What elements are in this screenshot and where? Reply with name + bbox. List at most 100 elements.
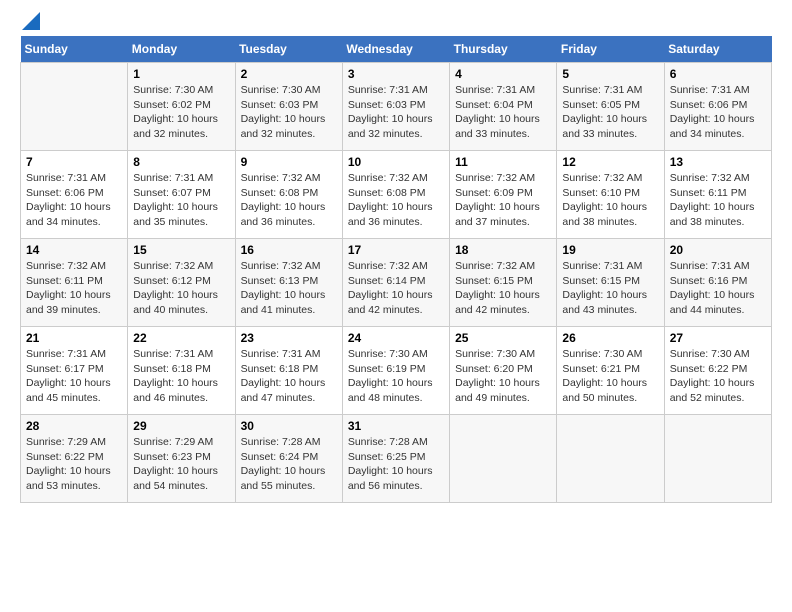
day-number: 17: [348, 243, 444, 257]
weekday-header-sunday: Sunday: [21, 36, 128, 63]
day-number: 3: [348, 67, 444, 81]
day-info: Sunrise: 7:29 AMSunset: 6:22 PMDaylight:…: [26, 435, 122, 494]
day-number: 14: [26, 243, 122, 257]
calendar-cell: 19Sunrise: 7:31 AMSunset: 6:15 PMDayligh…: [557, 239, 664, 327]
day-info: Sunrise: 7:31 AMSunset: 6:06 PMDaylight:…: [670, 83, 766, 142]
day-info: Sunrise: 7:31 AMSunset: 6:07 PMDaylight:…: [133, 171, 229, 230]
day-number: 6: [670, 67, 766, 81]
day-info: Sunrise: 7:31 AMSunset: 6:16 PMDaylight:…: [670, 259, 766, 318]
day-info: Sunrise: 7:30 AMSunset: 6:22 PMDaylight:…: [670, 347, 766, 406]
day-number: 29: [133, 419, 229, 433]
day-number: 9: [241, 155, 337, 169]
day-number: 24: [348, 331, 444, 345]
day-info: Sunrise: 7:31 AMSunset: 6:05 PMDaylight:…: [562, 83, 658, 142]
day-info: Sunrise: 7:32 AMSunset: 6:08 PMDaylight:…: [348, 171, 444, 230]
day-info: Sunrise: 7:31 AMSunset: 6:03 PMDaylight:…: [348, 83, 444, 142]
day-number: 5: [562, 67, 658, 81]
calendar-cell: 11 Sunrise: 7:32 AMSunset: 6:09 PMDayligh…: [450, 151, 557, 239]
day-info: Sunrise: 7:31 AMSunset: 6:17 PMDaylight:…: [26, 347, 122, 406]
calendar-cell: 30 Sunrise: 7:28 AMSunset: 6:24 PMDayligh…: [235, 415, 342, 503]
day-info: Sunrise: 7:29 AMSunset: 6:23 PMDaylight:…: [133, 435, 229, 494]
day-number: 10: [348, 155, 444, 169]
day-number: 1: [133, 67, 229, 81]
day-number: 28: [26, 419, 122, 433]
day-number: 25: [455, 331, 551, 345]
day-number: 15: [133, 243, 229, 257]
day-info: Sunrise: 7:32 AMSunset: 6:14 PMDaylight:…: [348, 259, 444, 318]
calendar-cell: 14 Sunrise: 7:32 AMSunset: 6:11 PMDayligh…: [21, 239, 128, 327]
calendar-cell: 12 Sunrise: 7:32 AMSunset: 6:10 PMDayligh…: [557, 151, 664, 239]
day-info: Sunrise: 7:28 AMSunset: 6:25 PMDaylight:…: [348, 435, 444, 494]
day-info: Sunrise: 7:31 AMSunset: 6:18 PMDaylight:…: [241, 347, 337, 406]
calendar-header: SundayMondayTuesdayWednesdayThursdayFrid…: [21, 36, 772, 63]
weekday-header-saturday: Saturday: [664, 36, 771, 63]
calendar-cell: 16Sunrise: 7:32 AMSunset: 6:13 PMDayligh…: [235, 239, 342, 327]
day-number: 8: [133, 155, 229, 169]
day-info: Sunrise: 7:32 AMSunset: 6:11 PMDaylight:…: [670, 171, 766, 230]
day-number: 13: [670, 155, 766, 169]
day-number: 18: [455, 243, 551, 257]
day-number: 27: [670, 331, 766, 345]
weekday-header-friday: Friday: [557, 36, 664, 63]
calendar-cell: 13 Sunrise: 7:32 AMSunset: 6:11 PMDayligh…: [664, 151, 771, 239]
day-number: 26: [562, 331, 658, 345]
calendar-cell: 2 Sunrise: 7:30 AMSunset: 6:03 PMDaylight…: [235, 63, 342, 151]
calendar-cell: 24 Sunrise: 7:30 AMSunset: 6:19 PMDayligh…: [342, 327, 449, 415]
calendar-table: SundayMondayTuesdayWednesdayThursdayFrid…: [20, 36, 772, 503]
day-info: Sunrise: 7:32 AMSunset: 6:11 PMDaylight:…: [26, 259, 122, 318]
day-info: Sunrise: 7:32 AMSunset: 6:08 PMDaylight:…: [241, 171, 337, 230]
day-info: Sunrise: 7:30 AMSunset: 6:03 PMDaylight:…: [241, 83, 337, 142]
calendar-cell: 31 Sunrise: 7:28 AMSunset: 6:25 PMDayligh…: [342, 415, 449, 503]
calendar-cell: 15 Sunrise: 7:32 AMSunset: 6:12 PMDayligh…: [128, 239, 235, 327]
page-header: [20, 20, 772, 26]
day-info: Sunrise: 7:32 AMSunset: 6:12 PMDaylight:…: [133, 259, 229, 318]
calendar-cell: 17 Sunrise: 7:32 AMSunset: 6:14 PMDayligh…: [342, 239, 449, 327]
calendar-cell: 8 Sunrise: 7:31 AMSunset: 6:07 PMDaylight…: [128, 151, 235, 239]
day-info: Sunrise: 7:32 AMSunset: 6:10 PMDaylight:…: [562, 171, 658, 230]
day-info: Sunrise: 7:31 AMSunset: 6:15 PMDaylight:…: [562, 259, 658, 318]
weekday-header-thursday: Thursday: [450, 36, 557, 63]
day-number: 20: [670, 243, 766, 257]
calendar-cell: 25 Sunrise: 7:30 AMSunset: 6:20 PMDayligh…: [450, 327, 557, 415]
logo-icon: [22, 12, 40, 30]
calendar-cell: [664, 415, 771, 503]
calendar-cell: 28 Sunrise: 7:29 AMSunset: 6:22 PMDayligh…: [21, 415, 128, 503]
calendar-cell: 6 Sunrise: 7:31 AMSunset: 6:06 PMDaylight…: [664, 63, 771, 151]
calendar-cell: 20 Sunrise: 7:31 AMSunset: 6:16 PMDayligh…: [664, 239, 771, 327]
day-info: Sunrise: 7:30 AMSunset: 6:20 PMDaylight:…: [455, 347, 551, 406]
day-info: Sunrise: 7:28 AMSunset: 6:24 PMDaylight:…: [241, 435, 337, 494]
day-info: Sunrise: 7:31 AMSunset: 6:06 PMDaylight:…: [26, 171, 122, 230]
day-info: Sunrise: 7:32 AMSunset: 6:13 PMDaylight:…: [241, 259, 337, 318]
day-info: Sunrise: 7:30 AMSunset: 6:19 PMDaylight:…: [348, 347, 444, 406]
logo: [20, 20, 40, 26]
calendar-cell: 3 Sunrise: 7:31 AMSunset: 6:03 PMDaylight…: [342, 63, 449, 151]
calendar-cell: 1 Sunrise: 7:30 AMSunset: 6:02 PMDaylight…: [128, 63, 235, 151]
calendar-cell: 7 Sunrise: 7:31 AMSunset: 6:06 PMDaylight…: [21, 151, 128, 239]
calendar-cell: 5 Sunrise: 7:31 AMSunset: 6:05 PMDaylight…: [557, 63, 664, 151]
day-info: Sunrise: 7:30 AMSunset: 6:02 PMDaylight:…: [133, 83, 229, 142]
day-number: 4: [455, 67, 551, 81]
day-info: Sunrise: 7:32 AMSunset: 6:15 PMDaylight:…: [455, 259, 551, 318]
day-number: 30: [241, 419, 337, 433]
day-number: 23: [241, 331, 337, 345]
day-info: Sunrise: 7:31 AMSunset: 6:18 PMDaylight:…: [133, 347, 229, 406]
weekday-header-monday: Monday: [128, 36, 235, 63]
day-number: 7: [26, 155, 122, 169]
calendar-cell: 4 Sunrise: 7:31 AMSunset: 6:04 PMDaylight…: [450, 63, 557, 151]
calendar-cell: 26 Sunrise: 7:30 AMSunset: 6:21 PMDayligh…: [557, 327, 664, 415]
day-number: 2: [241, 67, 337, 81]
day-number: 11: [455, 155, 551, 169]
day-number: 31: [348, 419, 444, 433]
day-info: Sunrise: 7:30 AMSunset: 6:21 PMDaylight:…: [562, 347, 658, 406]
calendar-cell: 22Sunrise: 7:31 AMSunset: 6:18 PMDayligh…: [128, 327, 235, 415]
day-number: 12: [562, 155, 658, 169]
day-info: Sunrise: 7:31 AMSunset: 6:04 PMDaylight:…: [455, 83, 551, 142]
calendar-cell: 18 Sunrise: 7:32 AMSunset: 6:15 PMDayligh…: [450, 239, 557, 327]
weekday-header-tuesday: Tuesday: [235, 36, 342, 63]
calendar-cell: 9 Sunrise: 7:32 AMSunset: 6:08 PMDaylight…: [235, 151, 342, 239]
calendar-cell: 29 Sunrise: 7:29 AMSunset: 6:23 PMDayligh…: [128, 415, 235, 503]
calendar-cell: 23 Sunrise: 7:31 AMSunset: 6:18 PMDayligh…: [235, 327, 342, 415]
day-info: Sunrise: 7:32 AMSunset: 6:09 PMDaylight:…: [455, 171, 551, 230]
calendar-cell: 27 Sunrise: 7:30 AMSunset: 6:22 PMDayligh…: [664, 327, 771, 415]
calendar-cell: [450, 415, 557, 503]
